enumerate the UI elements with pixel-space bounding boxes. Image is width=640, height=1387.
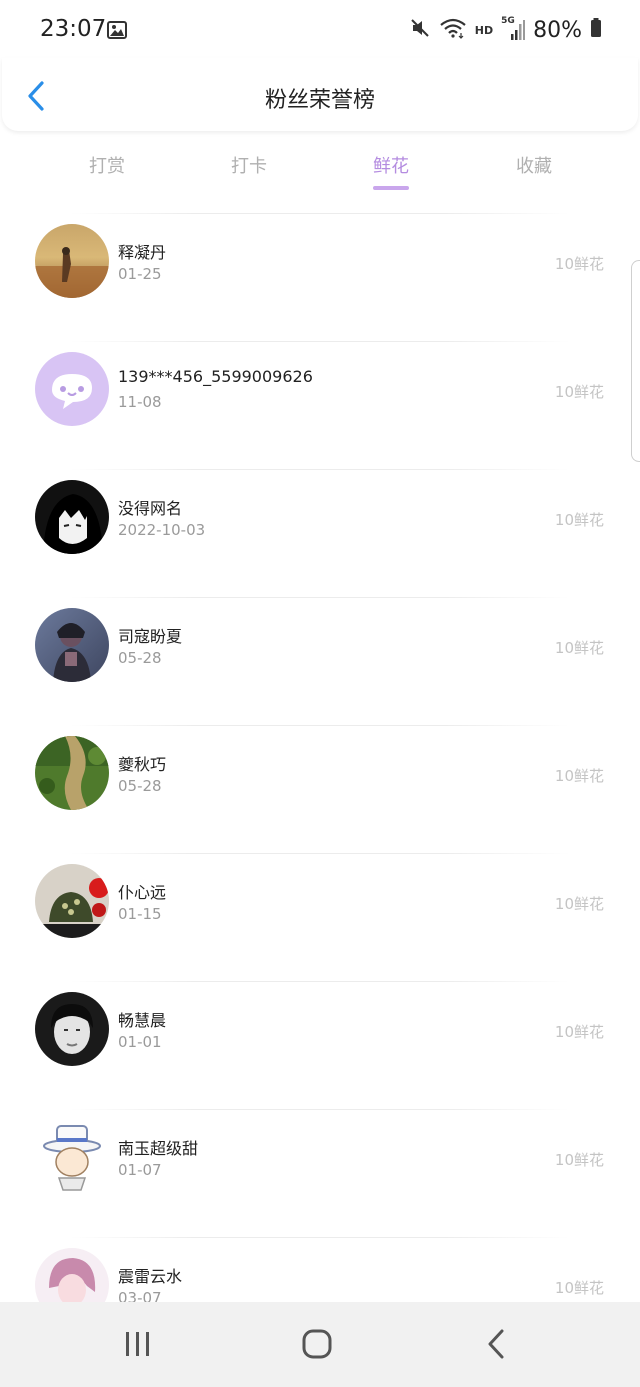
tab-favorites[interactable]: 收藏: [484, 152, 584, 178]
avatar[interactable]: [35, 480, 109, 554]
home-button[interactable]: [297, 1324, 337, 1364]
hd-label: HD: [474, 23, 494, 37]
user-date: 01-15: [118, 905, 162, 923]
list-item[interactable]: 夔秋巧 05-28 10鲜花: [0, 725, 640, 853]
user-date: 05-28: [118, 777, 162, 795]
user-name: 139***456_5599009626: [118, 367, 313, 386]
flower-count: 10鲜花: [554, 895, 604, 913]
battery-icon: [590, 18, 602, 42]
recent-apps-icon: [126, 1332, 149, 1356]
list-item[interactable]: 139***456_5599009626 11-08 10鲜花: [0, 341, 640, 469]
user-name: 夔秋巧: [118, 755, 167, 774]
page-title: 粉丝荣誉榜: [264, 88, 375, 113]
status-icons: HD 5G 80%: [409, 14, 602, 46]
list-item[interactable]: 仆心远 01-15 10鲜花: [0, 853, 640, 981]
avatar[interactable]: [35, 608, 109, 682]
user-date: 11-08: [118, 393, 162, 411]
user-date: 05-28: [118, 649, 162, 667]
flower-count: 10鲜花: [554, 255, 604, 273]
status-time: 23:07: [40, 16, 107, 42]
tab-flowers-label: 鲜花: [373, 156, 409, 177]
list-item[interactable]: 畅慧晨 01-01 10鲜花: [0, 981, 640, 1109]
wifi-icon: [439, 17, 467, 43]
flower-count: 10鲜花: [554, 1151, 604, 1169]
flower-count: 10鲜花: [554, 1279, 604, 1297]
user-date: 2022-10-03: [118, 521, 206, 539]
avatar[interactable]: [35, 864, 109, 938]
back-icon: [488, 1329, 504, 1359]
flower-count: 10鲜花: [554, 383, 604, 401]
user-name: 释凝丹: [118, 243, 167, 262]
flower-count: 10鲜花: [554, 511, 604, 529]
status-bar: 23:07 HD 5G 80%: [0, 0, 640, 60]
user-date: 01-25: [118, 265, 162, 283]
user-name: 畅慧晨: [118, 1011, 167, 1030]
user-name: 南玉超级甜: [118, 1139, 199, 1158]
user-name: 没得网名: [118, 499, 183, 518]
avatar[interactable]: [35, 1120, 109, 1194]
nav-back-button[interactable]: [476, 1324, 516, 1364]
tab-reward[interactable]: 打赏: [57, 152, 157, 178]
gallery-icon: [107, 21, 127, 43]
tab-bar: 打赏 打卡 鲜花 收藏: [0, 140, 640, 196]
list-item[interactable]: 没得网名 2022-10-03 10鲜花: [0, 469, 640, 597]
user-name: 司寇盼夏: [118, 627, 183, 646]
list-item[interactable]: 司寇盼夏 05-28 10鲜花: [0, 597, 640, 725]
signal-icon: 5G: [501, 16, 526, 42]
mute-icon: [409, 17, 431, 43]
list-item[interactable]: 南玉超级甜 01-07 10鲜花: [0, 1109, 640, 1237]
system-nav-bar: [0, 1302, 640, 1387]
avatar[interactable]: [35, 736, 109, 810]
active-tab-indicator: [373, 186, 409, 190]
avatar[interactable]: [35, 352, 109, 426]
avatar[interactable]: [35, 992, 109, 1066]
flower-count: 10鲜花: [554, 767, 604, 785]
avatar[interactable]: [35, 224, 109, 298]
edge-panel-handle[interactable]: [631, 260, 640, 462]
user-name: 震雷云水: [118, 1267, 183, 1286]
user-date: 01-07: [118, 1161, 162, 1179]
flower-count: 10鲜花: [554, 1023, 604, 1041]
tab-flowers[interactable]: 鲜花: [341, 152, 441, 190]
flower-count: 10鲜花: [554, 639, 604, 657]
battery-percent: 80%: [533, 17, 582, 43]
header-bar: 粉丝荣誉榜: [2, 58, 638, 131]
tab-checkin[interactable]: 打卡: [199, 152, 299, 178]
home-icon: [302, 1329, 332, 1359]
fan-list: 释凝丹 01-25 10鲜花 139***456_5599009626 11-0…: [0, 213, 640, 1365]
user-date: 01-01: [118, 1033, 162, 1051]
list-item[interactable]: 释凝丹 01-25 10鲜花: [0, 213, 640, 341]
user-name: 仆心远: [118, 883, 167, 902]
recent-apps-button[interactable]: [118, 1324, 158, 1364]
